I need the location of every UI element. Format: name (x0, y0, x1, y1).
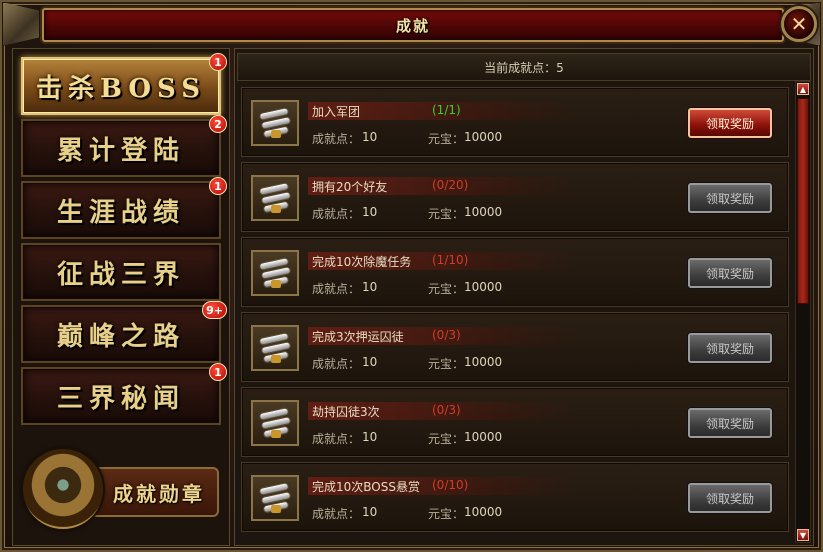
yuanbao-label: 元宝： (428, 507, 465, 521)
current-points-text: 当前成就点：5 (484, 60, 564, 75)
achievement-progress: (0/3) (432, 328, 461, 342)
list-item: 拥有20个好友 (0/20) 成就点： 10 元宝： 10000 领取奖励 (241, 162, 789, 232)
claim-reward-button[interactable]: 领取奖励 (688, 333, 772, 363)
notification-badge: 1 (209, 53, 227, 71)
tab-label: 征战三界 (56, 259, 185, 290)
achievement-medal-button[interactable]: 成就勋章 (19, 445, 225, 535)
scroll-thumb[interactable] (797, 98, 809, 304)
tab-career-record[interactable]: 生涯战绩 1 (21, 177, 227, 239)
achievement-name: 拥有20个好友 (312, 180, 388, 194)
reward-item-slot[interactable] (251, 175, 299, 221)
yuanbao-label: 元宝： (428, 132, 465, 146)
claim-reward-button[interactable]: 领取奖励 (688, 258, 772, 288)
list-item: 劫持囚徒3次 (0/3) 成就点： 10 元宝： 10000 领取奖励 (241, 387, 789, 457)
list-item: 加入军团 (1/1) 成就点： 10 元宝： 10000 领取奖励 (241, 87, 789, 157)
tab-label: 巅峰之路 (56, 321, 185, 352)
scroll-icon (257, 331, 293, 364)
points-value: 10 (362, 505, 378, 519)
yuanbao-value: 10000 (464, 505, 503, 519)
points-label: 成就点： (312, 282, 361, 296)
title-bar: 成就 (42, 8, 784, 42)
achievement-points-bar: 当前成就点：5 (237, 53, 811, 81)
achievement-name: 完成10次除魔任务 (312, 255, 412, 269)
achievement-progress: (0/10) (432, 478, 469, 492)
yuanbao-value: 10000 (464, 130, 503, 144)
points-value: 10 (362, 130, 378, 144)
list-item: 完成10次BOSS悬赏 (0/10) 成就点： 10 元宝： 10000 领取奖… (241, 462, 789, 532)
points-label: 成就点： (312, 507, 361, 521)
claim-reward-button[interactable]: 领取奖励 (688, 483, 772, 513)
notification-badge: 1 (209, 177, 227, 195)
list-item: 完成3次押运囚徒 (0/3) 成就点： 10 元宝： 10000 领取奖励 (241, 312, 789, 382)
scroll-icon (257, 406, 293, 439)
yuanbao-label: 元宝： (428, 432, 465, 446)
tab-kill-boss[interactable]: 击杀BOSS 1 (21, 53, 227, 115)
notification-badge: 2 (209, 115, 227, 133)
achievement-name: 劫持囚徒3次 (312, 405, 380, 419)
reward-item-slot[interactable] (251, 400, 299, 446)
achievement-progress: (1/1) (432, 103, 461, 117)
list-scrollbar[interactable]: ▲ ▼ (795, 81, 811, 543)
points-value: 10 (362, 280, 378, 294)
yuanbao-label: 元宝： (428, 207, 465, 221)
points-label: 成就点： (312, 432, 361, 446)
achievement-progress: (0/3) (432, 403, 461, 417)
tab-conquer-three-realms[interactable]: 征战三界 (21, 243, 221, 301)
achievement-progress: (1/10) (432, 253, 469, 267)
notification-badge: 1 (209, 363, 227, 381)
yuanbao-value: 10000 (464, 430, 503, 444)
points-value: 10 (362, 205, 378, 219)
tab-cumulative-login[interactable]: 累计登陆 2 (21, 115, 227, 177)
tab-realm-secrets[interactable]: 三界秘闻 1 (21, 363, 227, 425)
achievement-name: 完成10次BOSS悬赏 (312, 480, 420, 494)
tab-label: 生涯战绩 (56, 197, 185, 228)
points-value: 10 (362, 430, 378, 444)
reward-item-slot[interactable] (251, 475, 299, 521)
achievement-name: 加入军团 (312, 105, 361, 119)
tab-label: 击杀BOSS (35, 73, 207, 104)
yuanbao-label: 元宝： (428, 357, 465, 371)
scroll-icon (257, 256, 293, 289)
achievement-list: 加入军团 (1/1) 成就点： 10 元宝： 10000 领取奖励 拥有20个好… (241, 87, 789, 543)
tab-label: 三界秘闻 (56, 383, 185, 414)
achievement-window: 成就 ✕ 击杀BOSS 1 累计登陆 2 生涯战绩 1 征战三界 巅峰之路 9+… (0, 0, 823, 552)
points-label: 成就点： (312, 357, 361, 371)
scroll-up-button[interactable]: ▲ (797, 83, 809, 95)
scroll-icon (257, 181, 293, 214)
window-title: 成就 (395, 16, 430, 35)
achievement-progress: (0/20) (432, 178, 469, 192)
yuanbao-value: 10000 (464, 280, 503, 294)
points-value: 10 (362, 355, 378, 369)
category-sidebar: 击杀BOSS 1 累计登陆 2 生涯战绩 1 征战三界 巅峰之路 9+ 三界秘闻… (12, 48, 230, 546)
medal-icon (23, 449, 103, 529)
claim-reward-button[interactable]: 领取奖励 (688, 408, 772, 438)
tab-label: 累计登陆 (56, 135, 185, 166)
tab-peak-road[interactable]: 巅峰之路 9+ (21, 301, 227, 363)
medal-label: 成就勋章 (113, 481, 205, 506)
yuanbao-value: 10000 (464, 355, 503, 369)
claim-reward-button[interactable]: 领取奖励 (688, 108, 772, 138)
yuanbao-label: 元宝： (428, 282, 465, 296)
points-label: 成就点： (312, 132, 361, 146)
scroll-icon (257, 106, 293, 139)
scroll-down-button[interactable]: ▼ (797, 529, 809, 541)
notification-badge: 9+ (202, 301, 227, 319)
list-item: 完成10次除魔任务 (1/10) 成就点： 10 元宝： 10000 领取奖励 (241, 237, 789, 307)
yuanbao-value: 10000 (464, 205, 503, 219)
reward-item-slot[interactable] (251, 250, 299, 296)
reward-item-slot[interactable] (251, 100, 299, 146)
points-label: 成就点： (312, 207, 361, 221)
close-button[interactable]: ✕ (781, 6, 817, 42)
achievement-name: 完成3次押运囚徒 (312, 330, 404, 344)
reward-item-slot[interactable] (251, 325, 299, 371)
achievement-list-panel: 当前成就点：5 加入军团 (1/1) 成就点： 10 元宝： 10000 领取奖… (234, 48, 814, 546)
title-corner-left-ornament (2, 2, 40, 46)
close-icon: ✕ (790, 12, 808, 36)
claim-reward-button[interactable]: 领取奖励 (688, 183, 772, 213)
scroll-icon (257, 481, 293, 514)
